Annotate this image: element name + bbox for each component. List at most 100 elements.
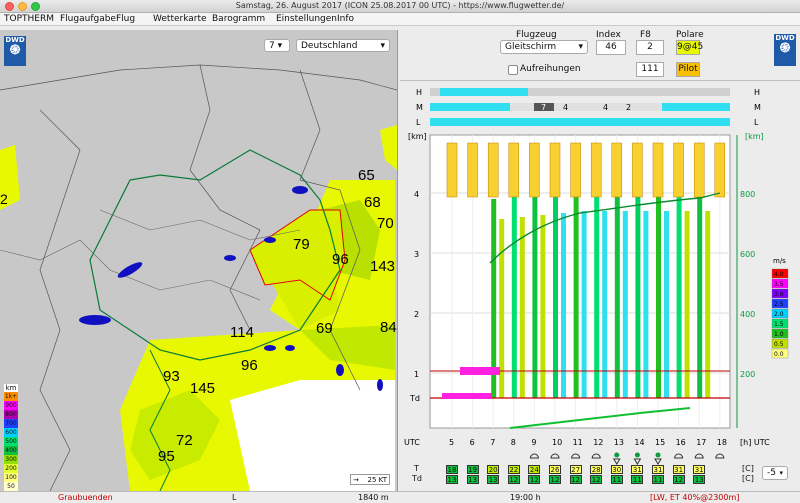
pilot-button[interactable]: Pilot xyxy=(676,62,700,77)
thermal-column xyxy=(581,211,587,398)
left-axis-td: Td xyxy=(409,394,420,403)
region-value: 143 xyxy=(370,258,395,275)
index-value: 46 xyxy=(605,42,617,52)
thermal-column xyxy=(594,191,600,398)
thermal-column xyxy=(664,211,669,398)
menu-einstellungen[interactable]: Einstellungen xyxy=(276,13,337,25)
f8-label: F8 xyxy=(640,30,651,40)
region-value: 68 xyxy=(364,194,381,211)
status-info: [LW, ET 40%@2300m] xyxy=(650,493,740,502)
temperature-cell: 31 xyxy=(631,465,644,474)
triangle-icon xyxy=(654,458,662,465)
region-border-center xyxy=(189,64,261,331)
cumulus-column xyxy=(446,142,458,198)
map-pane[interactable]: 65 68 70 79 96 143 114 69 84 96 93 145 7… xyxy=(0,30,398,491)
menu-topthem[interactable]: TOPTHERM xyxy=(4,13,54,25)
pilot-label: Pilot xyxy=(678,64,698,74)
hour-label: 13 xyxy=(614,438,624,447)
cloud-row-H-label: H xyxy=(416,88,422,97)
dewpoint-cell: 13 xyxy=(446,475,458,484)
legend-item: 1k+ xyxy=(4,392,18,401)
status-bar: Graubuenden L 1840 m 19:00 h [LW, ET 40%… xyxy=(0,491,800,503)
cloud-row-H-label-right: H xyxy=(754,88,760,97)
minus-select[interactable]: -5 ▾ xyxy=(762,466,788,480)
region-value: 79 xyxy=(293,236,310,253)
triangle-icon xyxy=(612,458,621,465)
cloud-M-value: 7 xyxy=(541,103,546,112)
thermal-column xyxy=(561,213,566,398)
region-value: 145 xyxy=(190,380,215,397)
zoom-select[interactable]: 7 ▾ xyxy=(264,39,290,52)
thermal-column xyxy=(643,211,649,398)
hour-label: 14 xyxy=(634,438,644,447)
temperature-cell: 31 xyxy=(693,465,706,474)
polare-field[interactable]: 9@45 xyxy=(676,40,703,55)
dwd-logo: DWD ֍ xyxy=(4,36,26,66)
region-select-value: Deutschland xyxy=(301,41,358,51)
chevron-down-icon: ▾ xyxy=(380,41,385,51)
aufreihungen-checkbox[interactable] xyxy=(508,65,518,75)
menu-flugaufgabe[interactable]: Flugaufgabe xyxy=(60,13,116,25)
cloud-row-M-label-right: M xyxy=(754,103,761,112)
ms-legend-label: 0.5 xyxy=(774,341,784,348)
chevron-down-icon: ▾ xyxy=(779,469,783,477)
thermal-column xyxy=(573,191,579,398)
ms-legend-label: 1.5 xyxy=(774,321,784,328)
menu-barogramm[interactable]: Barogramm xyxy=(212,13,265,25)
temperature-cell: 19 xyxy=(466,465,479,474)
dwd-spiral-icon: ֍ xyxy=(9,43,21,58)
region-border xyxy=(0,64,397,91)
shower-icon xyxy=(614,452,620,458)
f8-field[interactable]: 2 xyxy=(636,40,664,55)
cloud-icon xyxy=(715,453,725,459)
window-title: Samstag, 26. August 2017 (ICON 25.08.201… xyxy=(235,1,565,10)
hour-label: 16 xyxy=(676,438,686,447)
dewpoint-cell: 11 xyxy=(610,475,623,484)
hour-label: 12 xyxy=(593,438,603,447)
menu-wetterkarte[interactable]: Wetterkarte xyxy=(153,13,207,25)
region-value: 72 xyxy=(176,432,193,449)
right-axis-tick: 400 xyxy=(740,310,755,319)
window-titlebar: Samstag, 26. August 2017 (ICON 25.08.201… xyxy=(0,0,800,13)
cloud-M-cyan-left xyxy=(430,103,510,111)
hour-label: 8 xyxy=(511,438,516,447)
status-time: 19:00 h xyxy=(510,493,541,502)
ms-legend-label: 2.5 xyxy=(774,301,784,308)
hour-label: 7 xyxy=(490,438,495,447)
cumulus-column xyxy=(590,142,602,198)
meteogram[interactable]: H M L H M L 7 4 4 2 [km] 4 3 2 1 Td [km]… xyxy=(400,83,800,488)
menu-info[interactable]: Info xyxy=(337,13,354,25)
Td-label: Td xyxy=(412,474,422,483)
temperature-cell: 31 xyxy=(652,465,664,474)
thermal-area-north xyxy=(380,125,397,170)
hour-label: 17 xyxy=(696,438,706,447)
cloud-H-cyan xyxy=(440,88,528,96)
f8-value: 2 xyxy=(647,42,653,52)
weather-map[interactable]: 65 68 70 79 96 143 114 69 84 96 93 145 7… xyxy=(0,30,397,491)
f8-second-value: 111 xyxy=(641,64,659,74)
cloud-icon xyxy=(571,453,581,459)
dewpoint-cell: 12 xyxy=(549,475,561,484)
dewpoint-cell: 12 xyxy=(507,475,520,484)
left-axis-tick: 3 xyxy=(414,250,419,259)
region-value: 95 xyxy=(158,448,175,465)
region-select[interactable]: Deutschland ▾ xyxy=(296,39,390,52)
chevron-down-icon: ▾ xyxy=(578,42,583,52)
flugzeug-select[interactable]: Gleitschirm ▾ xyxy=(500,40,588,54)
index-field[interactable]: 46 xyxy=(596,40,626,55)
hour-label: 9 xyxy=(531,438,536,447)
cloud-icon xyxy=(694,453,704,459)
thermal-column xyxy=(705,211,711,398)
cumulus-column xyxy=(652,142,664,198)
cumulus-column xyxy=(570,142,581,198)
menu-flug[interactable]: Flug xyxy=(116,13,135,25)
magenta-band xyxy=(460,367,500,375)
cumulus-column xyxy=(632,142,643,198)
flugzeug-value: Gleitschirm xyxy=(505,42,557,52)
f8-second-field[interactable]: 111 xyxy=(636,62,664,77)
ms-legend-label: 3.0 xyxy=(774,291,784,298)
dewpoint-cell: 12 xyxy=(672,475,685,484)
ms-legend-label: 1.0 xyxy=(774,331,784,338)
right-axis-tick: 800 xyxy=(740,190,755,199)
hour-axis: 5 6 7 8 9 10 11 12 13 14 15 16 17 18 xyxy=(449,438,727,447)
